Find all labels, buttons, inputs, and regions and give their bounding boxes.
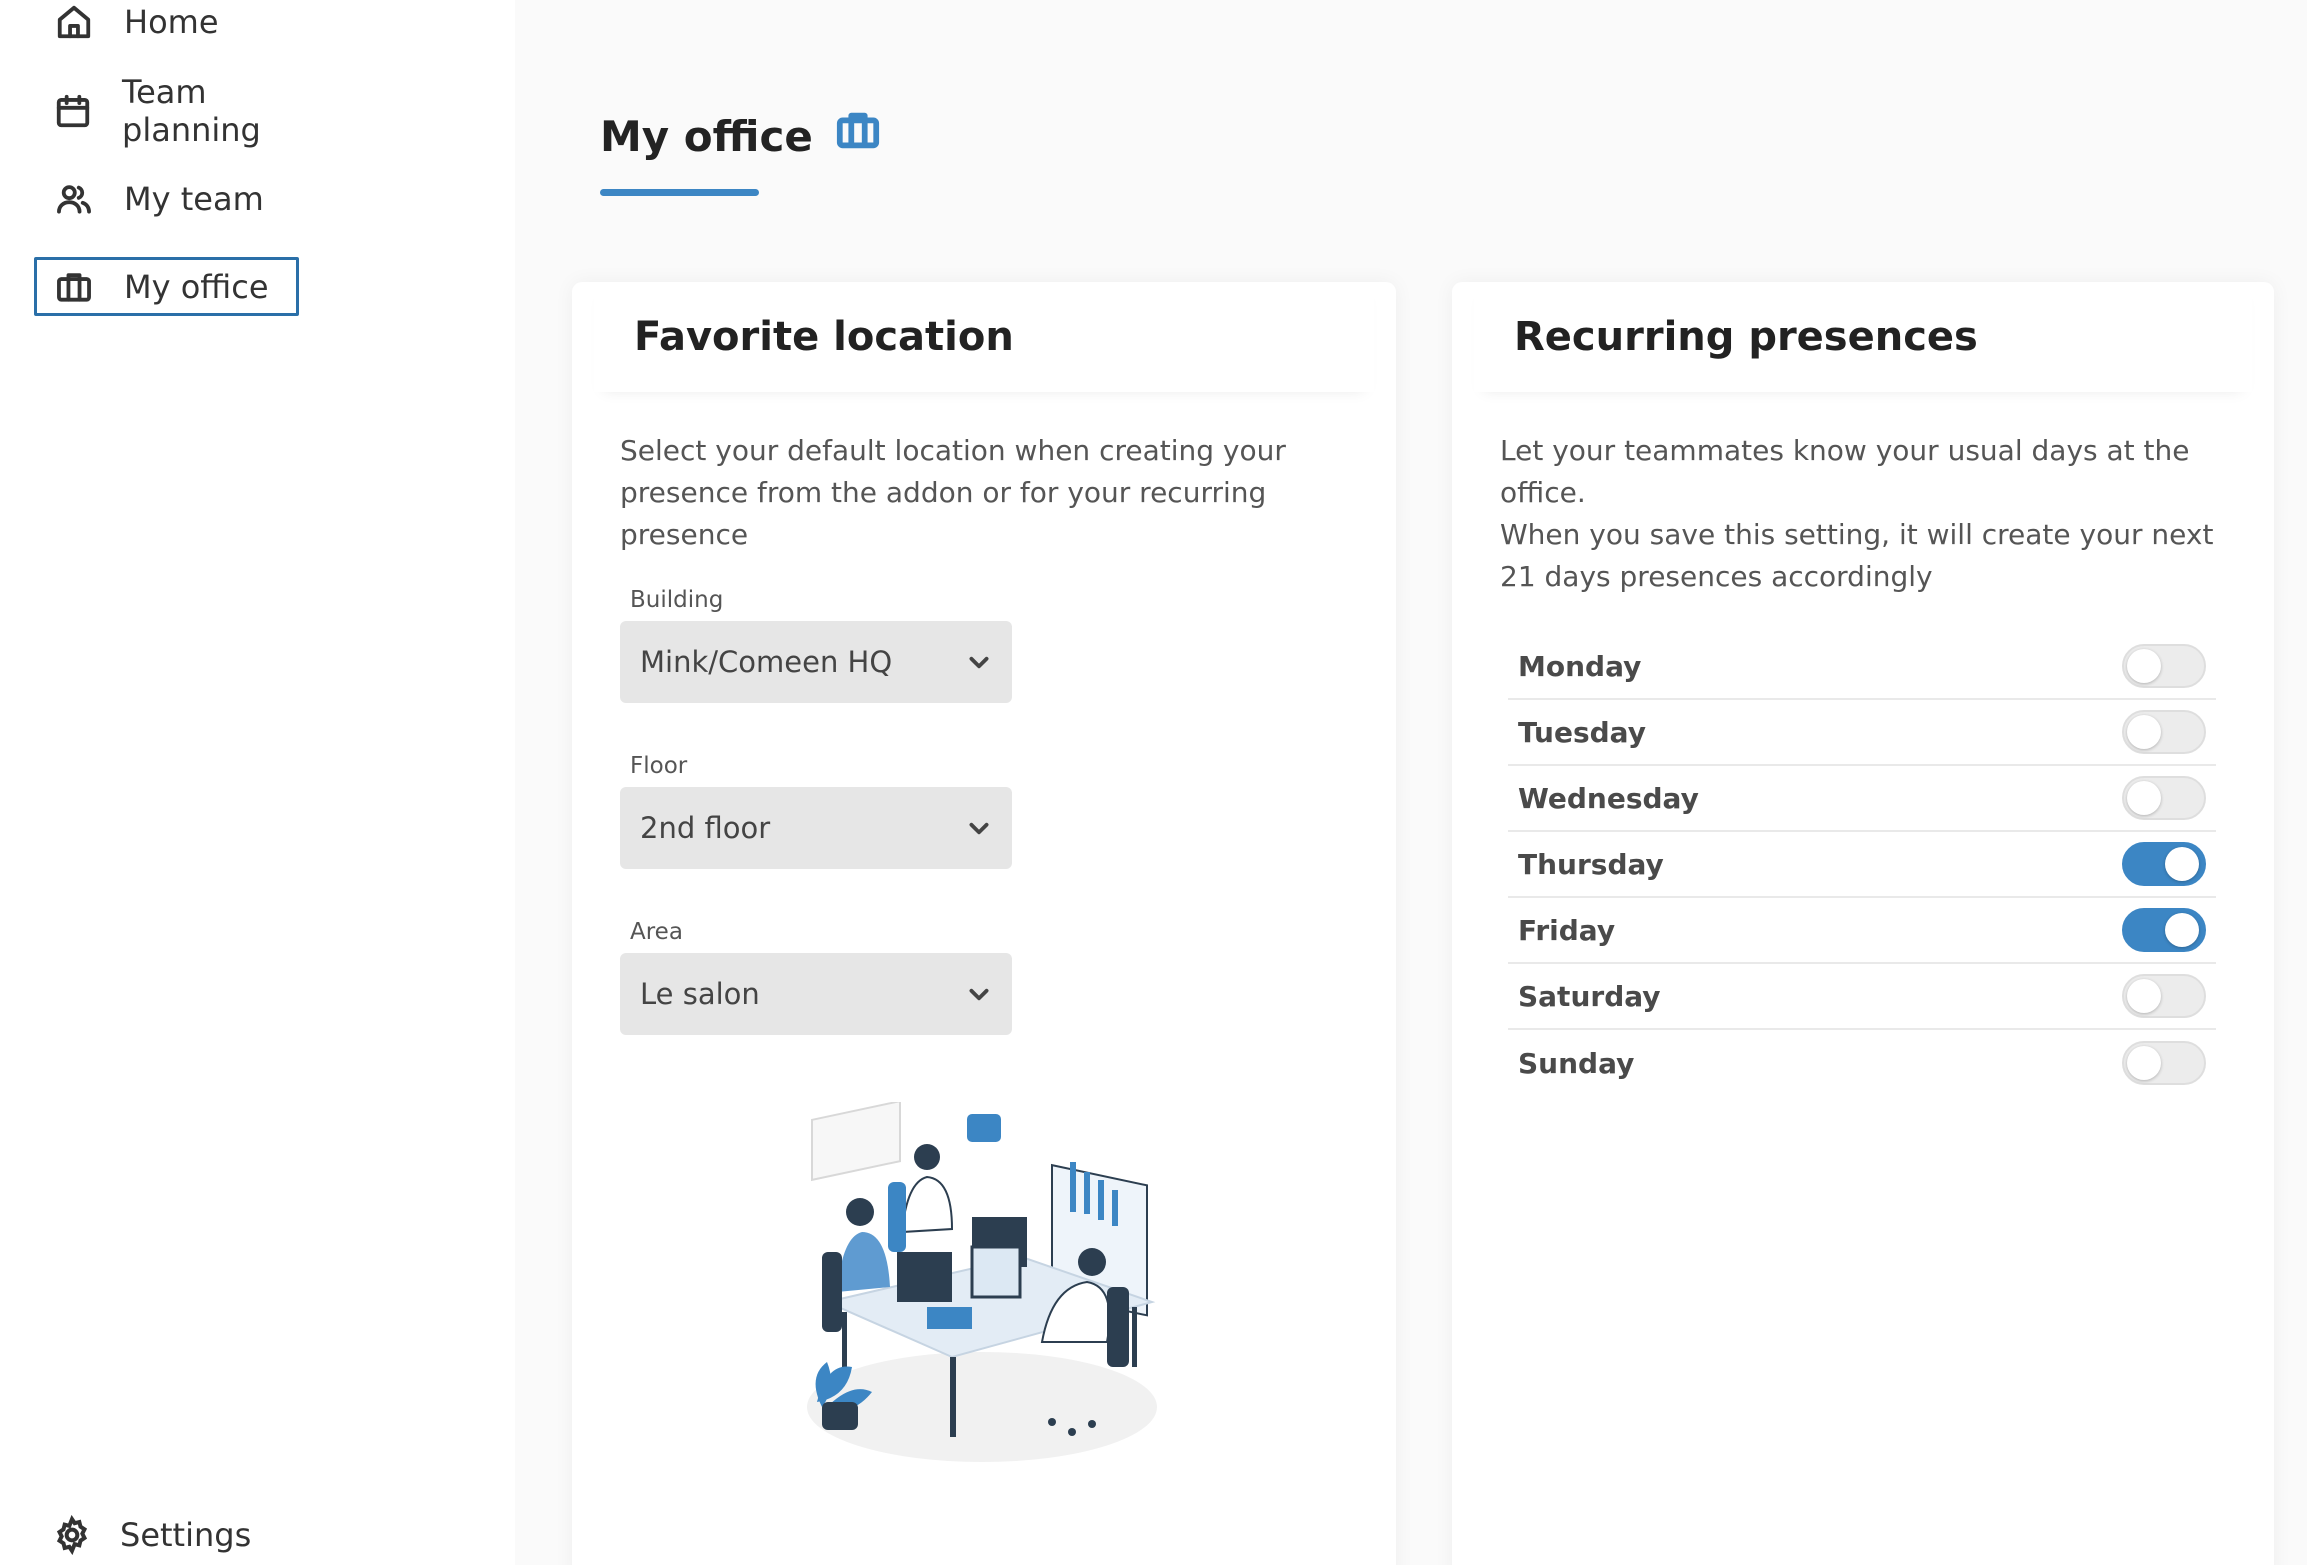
sidebar-item-label: Team planning	[122, 72, 261, 149]
toggle-knob	[2127, 1046, 2161, 1080]
building-select[interactable]: Mink/Comeen HQ	[620, 621, 1012, 703]
friday-toggle[interactable]	[2122, 908, 2206, 952]
description-line-1: Let your teammates know your usual days …	[1500, 434, 2190, 509]
thursday-toggle[interactable]	[2122, 842, 2206, 886]
monday-toggle[interactable]	[2122, 644, 2206, 688]
toggle-knob	[2127, 781, 2161, 815]
chevron-down-icon	[969, 656, 989, 669]
area-select[interactable]: Le salon	[620, 953, 1012, 1035]
floor-value: 2nd floor	[640, 811, 771, 845]
tab-underline	[600, 189, 759, 196]
toggle-knob	[2127, 649, 2161, 683]
card-title: Recurring presences	[1474, 282, 2252, 392]
building-value: Mink/Comeen HQ	[640, 645, 893, 679]
chevron-down-icon	[969, 988, 989, 1001]
day-row-wednesday: Wednesday	[1508, 766, 2216, 832]
building-field: Building Mink/Comeen HQ	[620, 587, 1012, 703]
sidebar-item-my-team[interactable]: My team	[34, 169, 299, 228]
toggle-knob	[2165, 913, 2199, 947]
day-label: Tuesday	[1518, 715, 1646, 749]
day-row-thursday: Thursday	[1508, 832, 2216, 898]
building-label: Building	[630, 587, 724, 613]
sidebar-item-team-planning[interactable]: Team planning	[34, 73, 299, 149]
day-row-friday: Friday	[1508, 898, 2216, 964]
page-title: My office	[600, 112, 881, 161]
day-label: Sunday	[1518, 1046, 1635, 1080]
day-row-tuesday: Tuesday	[1508, 700, 2216, 766]
sidebar-item-my-office[interactable]: My office	[34, 257, 299, 316]
card-description: Select your default location when creati…	[620, 434, 1286, 551]
description-line-2: When you save this setting, it will crea…	[1500, 518, 2214, 593]
day-label: Thursday	[1518, 847, 1664, 881]
area-value: Le salon	[640, 977, 760, 1011]
calendar-icon	[54, 91, 92, 131]
office-illustration	[807, 1102, 1157, 1462]
area-field: Area Le salon	[620, 919, 1012, 1035]
day-label: Monday	[1518, 649, 1642, 683]
day-row-sunday: Sunday	[1508, 1030, 2216, 1096]
settings-label: Settings	[120, 1516, 252, 1554]
briefcase-icon	[835, 107, 881, 153]
day-row-saturday: Saturday	[1508, 964, 2216, 1030]
wednesday-toggle[interactable]	[2122, 776, 2206, 820]
day-label: Friday	[1518, 913, 1616, 947]
page-title-text: My office	[600, 112, 813, 161]
floor-label: Floor	[630, 753, 688, 779]
weekday-list: Monday Tuesday Wednesday Thursday Friday…	[1508, 634, 2216, 1096]
home-icon	[54, 2, 94, 42]
settings-button[interactable]: Settings	[52, 1515, 251, 1555]
sidebar-item-home[interactable]: Home	[34, 0, 299, 51]
app-root: Home Team planning My team My office Set…	[0, 0, 2307, 1565]
area-label: Area	[630, 919, 683, 945]
sidebar-item-label: My team	[124, 179, 264, 218]
favorite-location-card: Favorite location Select your default lo…	[572, 282, 1396, 1565]
sidebar-item-label: Home	[124, 2, 219, 41]
recurring-presences-card: Recurring presences Let your teammates k…	[1452, 282, 2274, 1565]
tuesday-toggle[interactable]	[2122, 710, 2206, 754]
sidebar: Home Team planning My team My office Set…	[0, 0, 515, 1565]
day-label: Wednesday	[1518, 781, 1699, 815]
toggle-knob	[2165, 847, 2199, 881]
sunday-toggle[interactable]	[2122, 1041, 2206, 1085]
toggle-knob	[2127, 715, 2161, 749]
briefcase-icon	[54, 267, 94, 307]
toggle-knob	[2127, 979, 2161, 1013]
floor-select[interactable]: 2nd floor	[620, 787, 1012, 869]
saturday-toggle[interactable]	[2122, 974, 2206, 1018]
users-icon	[54, 179, 94, 219]
card-description: Let your teammates know your usual days …	[1500, 430, 2240, 598]
gear-icon	[56, 1515, 88, 1555]
day-label: Saturday	[1518, 979, 1661, 1013]
chevron-down-icon	[969, 822, 989, 835]
sidebar-item-label: My office	[124, 267, 269, 306]
day-row-monday: Monday	[1508, 634, 2216, 700]
card-title: Favorite location	[594, 282, 1374, 392]
floor-field: Floor 2nd floor	[620, 753, 1012, 869]
